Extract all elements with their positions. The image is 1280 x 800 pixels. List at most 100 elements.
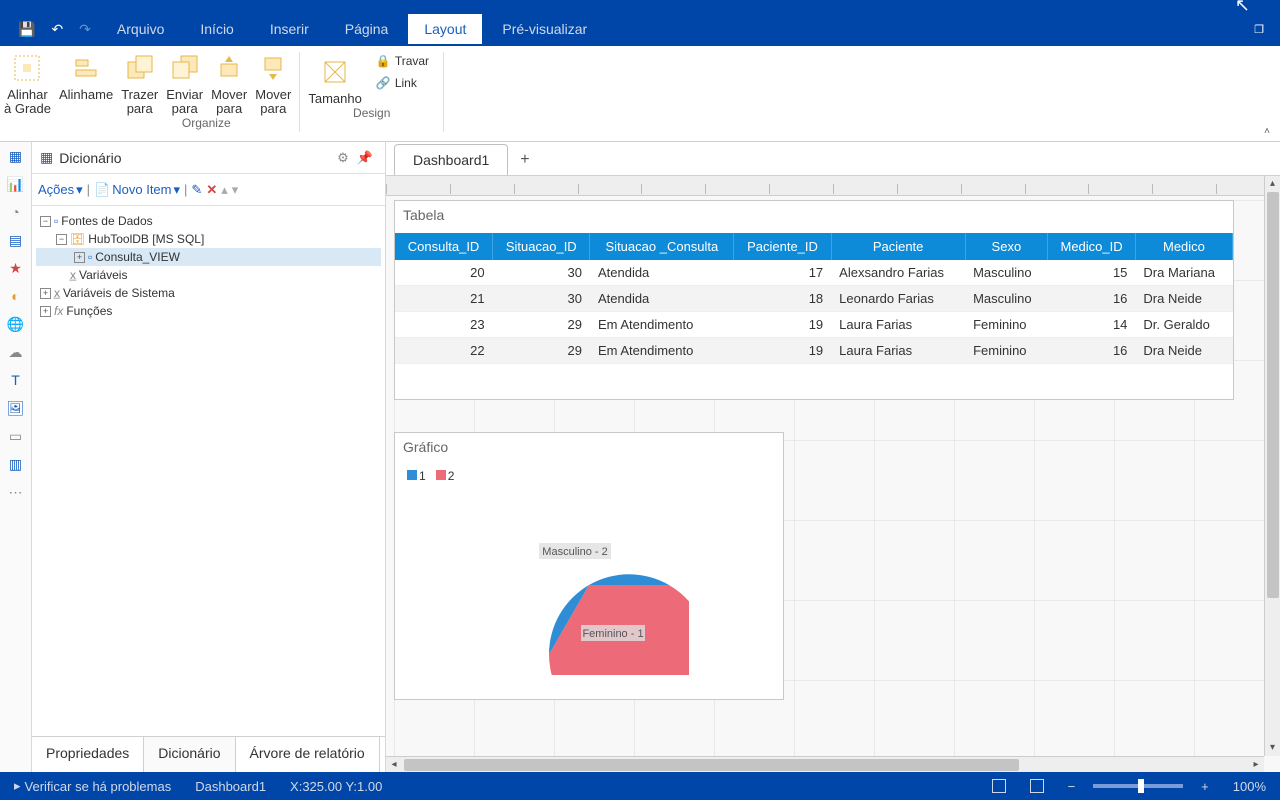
ribbon-trazer-para[interactable]: Trazer para [117,46,162,116]
status-coords: X:325.00 Y:1.00 [284,779,388,794]
grafico-widget[interactable]: Gráfico 1 2 Masculino - 2 Fe [394,432,784,700]
undo-icon[interactable]: ↶ [45,17,69,42]
statusbar: ▸Verificar se há problemas Dashboard1 X:… [0,772,1280,800]
table-row[interactable]: 2030Atendida17Alexsandro FariasMasculino… [395,260,1233,286]
doc-tabs: Dashboard1 + [386,142,1280,176]
canvas[interactable]: Tabela Consulta_ID Situacao_ID Situacao … [386,176,1280,772]
scroll-thumb[interactable] [404,759,1019,771]
menu-inserir[interactable]: Inserir [254,14,325,44]
horizontal-scrollbar[interactable]: ◂ ▸ [386,756,1264,772]
scroll-right-icon[interactable]: ▸ [1248,759,1264,770]
scroll-up-icon[interactable]: ▴ [1270,176,1275,192]
tabela-widget[interactable]: Tabela Consulta_ID Situacao_ID Situacao … [394,200,1234,400]
col-consulta-id[interactable]: Consulta_ID [395,233,493,260]
zoom-slider[interactable] [1093,784,1183,788]
ribbon-tamanho[interactable]: Tamanho [304,46,365,106]
zoom-out[interactable]: − [1062,779,1082,794]
tab-arvore-relatorio[interactable]: Árvore de relatório [236,737,380,772]
edit-icon[interactable]: ✎ [191,182,202,198]
rail-more-icon[interactable]: ⋯ [6,482,26,502]
tree-consulta-view[interactable]: +▫Consulta_VIEW [36,248,381,266]
tree-hubtooldb[interactable]: −🗄HubToolDB [MS SQL] [36,230,381,248]
table-row[interactable]: 2229Em Atendimento19Laura FariasFeminino… [395,338,1233,364]
legend-swatch-2 [436,470,446,480]
ribbon-label: Alinhar à Grade [4,88,51,116]
rail-online-icon[interactable]: ☁ [6,342,26,362]
pin-icon[interactable]: 📌 [353,150,377,166]
scroll-thumb[interactable] [1267,192,1279,598]
add-tab-button[interactable]: + [510,145,539,175]
view-mode-2[interactable] [1024,779,1050,793]
col-situacao-id[interactable]: Situacao_ID [493,233,590,260]
col-medico[interactable]: Medico [1135,233,1232,260]
menu-inicio[interactable]: Início [184,14,249,44]
expand-icon[interactable]: + [40,306,51,317]
size-icon [319,56,351,88]
menu-pagina[interactable]: Página [329,14,405,44]
ribbon-mover-para-2[interactable]: Mover para [251,46,295,116]
menu-arquivo[interactable]: Arquivo [101,14,180,44]
rail-pivot-icon[interactable]: ▤ [6,230,26,250]
acoes-dropdown[interactable]: Ações ▾ [38,182,83,198]
table-cell: Em Atendimento [590,338,734,364]
menu-layout[interactable]: Layout [408,14,482,44]
col-medico-id[interactable]: Medico_ID [1048,233,1136,260]
view-mode-1[interactable] [986,779,1012,793]
scroll-left-icon[interactable]: ◂ [386,759,402,770]
down-icon[interactable]: ▾ [232,182,239,198]
grid-icon [11,52,43,84]
ribbon-enviar-para[interactable]: Enviar para [162,46,207,116]
vertical-scrollbar[interactable]: ▴ ▾ [1264,176,1280,756]
expand-icon[interactable]: + [74,252,85,263]
table-cell: Alexsandro Farias [831,260,965,286]
table-cell: 30 [493,286,590,312]
col-paciente[interactable]: Paciente [831,233,965,260]
tab-propriedades[interactable]: Propriedades [32,737,144,772]
doc-tab-dashboard1[interactable]: Dashboard1 [394,144,508,175]
up-icon[interactable]: ▴ [221,182,228,198]
table-row[interactable]: 2329Em Atendimento19Laura FariasFeminino… [395,312,1233,338]
rail-map-icon[interactable]: 🌐 [6,314,26,334]
rail-panel-icon[interactable]: ▭ [6,426,26,446]
ribbon-alinhar-grade[interactable]: Alinhar à Grade [0,46,55,116]
ribbon-mover-para-1[interactable]: Mover para [207,46,251,116]
save-icon[interactable]: 💾 [12,17,41,42]
ribbon-travar[interactable]: 🔒Travar [368,50,437,72]
tree-variaveis-sistema[interactable]: +x̲Variáveis de Sistema [36,284,381,302]
col-situacao-consulta[interactable]: Situacao _Consulta [590,233,734,260]
ribbon-link[interactable]: 🔗Link [368,72,437,94]
zoom-thumb[interactable] [1138,779,1144,793]
rail-table-icon[interactable]: ▦ [6,146,26,166]
panel-tabs: Propriedades Dicionário Árvore de relató… [32,736,385,772]
table-row[interactable]: 2130Atendida18Leonardo FariasMasculino16… [395,286,1233,312]
rail-image-icon[interactable]: 🖼 [6,398,26,418]
ribbon-collapse-icon[interactable]: ˄ [1264,126,1270,137]
col-paciente-id[interactable]: Paciente_ID [734,233,831,260]
collapse-icon[interactable]: − [40,216,51,227]
rail-progress-icon[interactable]: ◐ [6,286,26,306]
table-cell: 20 [395,260,493,286]
tab-dicionario[interactable]: Dicionário [144,737,235,772]
novo-item-dropdown[interactable]: 📄Novo Item ▾ [94,182,180,198]
scroll-down-icon[interactable]: ▾ [1270,740,1275,756]
ribbon-alinhamento[interactable]: Alinhame [55,46,117,102]
rail-gauge-icon[interactable]: ◔ [6,202,26,222]
tree-fontes-dados[interactable]: −▫Fontes de Dados [36,212,381,230]
delete-icon[interactable]: ✕ [206,182,217,198]
collapse-icon[interactable]: − [56,234,67,245]
rail-text-icon[interactable]: T [6,370,26,390]
tree-variaveis[interactable]: x̲Variáveis [36,266,381,284]
zoom-level[interactable]: 100% [1227,779,1272,794]
rail-shape-icon[interactable]: ▥ [6,454,26,474]
redo-icon[interactable]: ↷ [73,17,97,42]
zoom-in[interactable]: + [1195,779,1215,794]
col-sexo[interactable]: Sexo [965,233,1048,260]
window-restore-icon[interactable]: ❐ [1246,19,1272,40]
rail-chart-icon[interactable]: 📊 [6,174,26,194]
gear-icon[interactable]: ⚙ [333,150,353,166]
expand-icon[interactable]: + [40,288,51,299]
tree-funcoes[interactable]: +fxFunções [36,302,381,320]
status-verify[interactable]: ▸Verificar se há problemas [8,778,177,794]
rail-indicator-icon[interactable]: ★ [6,258,26,278]
menu-previsualizar[interactable]: Pré-visualizar [486,14,603,44]
